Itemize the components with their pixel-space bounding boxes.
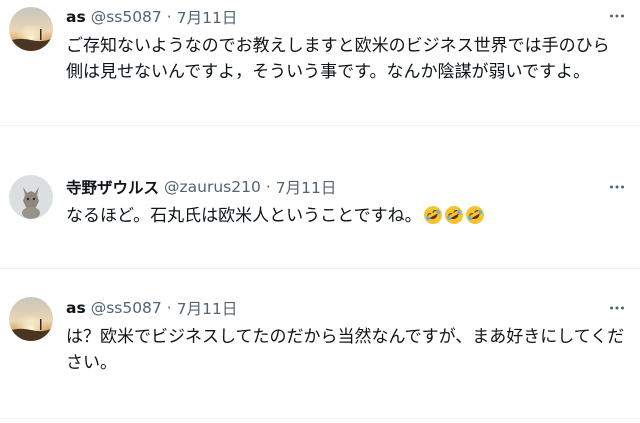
tweet-text: なるほど。石丸氏は欧米人ということですね。 <box>66 206 422 226</box>
tweet-date[interactable]: 7月11日 <box>177 6 238 28</box>
tweet-2[interactable]: 寺野ザウルス @zaurus210 · 7月11日 なるほど。石丸氏は欧米人とい… <box>0 126 640 269</box>
display-name[interactable]: 寺野ザウルス <box>66 176 159 198</box>
tweet-header: as @ss5087 · 7月11日 <box>66 297 600 319</box>
tweet-text: ご存知ないようなのでお教えしますと欧米のビジネス世界では手のひら側は見せないんで… <box>66 36 610 82</box>
separator-dot: · <box>166 8 172 26</box>
more-horizontal-icon[interactable] <box>608 299 626 317</box>
tweet-3[interactable]: as @ss5087 · 7月11日 は？欧米でビジネスしてたのだから当然なんで… <box>0 269 640 419</box>
rolling-on-floor-laughing-emoji-icon <box>423 206 442 224</box>
avatar-as[interactable] <box>9 297 53 341</box>
avatar-as[interactable] <box>9 7 53 51</box>
deer-avatar-image <box>9 175 53 219</box>
separator-dot: · <box>265 178 271 196</box>
tweet-date[interactable]: 7月11日 <box>276 176 337 198</box>
tweet-date[interactable]: 7月11日 <box>177 297 238 319</box>
tweet-text-container: なるほど。石丸氏は欧米人ということですね。 <box>66 203 626 229</box>
display-name[interactable]: as <box>66 8 86 26</box>
more-horizontal-icon[interactable] <box>608 178 626 196</box>
user-handle[interactable]: @zaurus210 <box>164 178 261 196</box>
user-handle[interactable]: @ss5087 <box>91 8 162 26</box>
user-handle[interactable]: @ss5087 <box>91 299 162 317</box>
tweet-header: 寺野ザウルス @zaurus210 · 7月11日 <box>66 176 600 198</box>
rolling-on-floor-laughing-emoji-icon <box>465 206 484 224</box>
separator-dot: · <box>166 299 172 317</box>
sunset-avatar-image <box>9 7 53 51</box>
emoji-group <box>422 206 485 226</box>
more-horizontal-icon[interactable] <box>608 7 626 25</box>
avatar-terano-zaurus[interactable] <box>9 175 53 219</box>
tweet-text: は？欧米でビジネスしてたのだから当然なんですが、まあ好きにしてください。 <box>66 327 625 373</box>
display-name[interactable]: as <box>66 299 86 317</box>
tweet-header: as @ss5087 · 7月11日 <box>66 6 600 28</box>
tweet-1[interactable]: as @ss5087 · 7月11日 ご存知ないようなのでお教えしますと欧米のビ… <box>0 0 640 126</box>
rolling-on-floor-laughing-emoji-icon <box>444 206 463 224</box>
sunset-avatar-image <box>9 297 53 341</box>
